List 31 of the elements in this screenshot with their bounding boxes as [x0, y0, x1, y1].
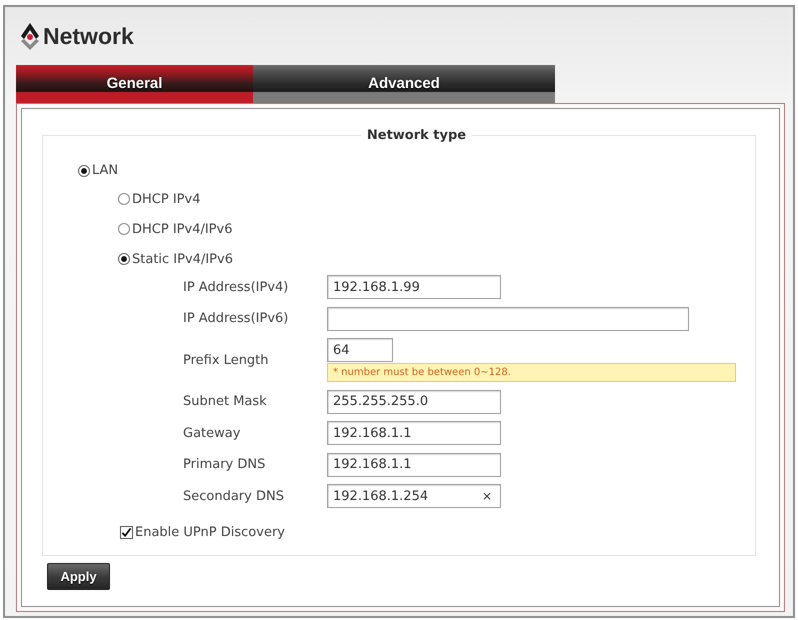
text-field[interactable]: 192.168.1.1 — [327, 421, 501, 445]
field-label: IP Address(IPv6) — [183, 311, 290, 326]
radio-option[interactable]: DHCP IPv4 — [118, 184, 200, 214]
checkbox-option[interactable]: Enable UPnP Discovery — [120, 519, 285, 545]
tab[interactable]: Advanced — [253, 65, 555, 103]
clear-button[interactable]: × — [480, 488, 494, 504]
tab[interactable]: General — [16, 65, 253, 103]
group-legend: Network type — [360, 128, 472, 143]
text-field[interactable] — [327, 306, 689, 330]
apply-button[interactable]: Apply — [47, 563, 110, 590]
radio-icon[interactable] — [78, 164, 90, 176]
field-label: Prefix Length — [183, 352, 270, 368]
field-label: IP Address(IPv4) — [183, 280, 290, 294]
text-field[interactable]: 192.168.1.99 — [327, 275, 501, 299]
radio-option[interactable]: LAN — [78, 157, 118, 184]
validation-message: * number must be between 0~128. — [327, 363, 736, 382]
radio-icon[interactable] — [118, 223, 130, 235]
radio-icon[interactable] — [118, 193, 130, 205]
radio-option[interactable]: Static IPv4/IPv6 — [118, 244, 233, 274]
text-field[interactable]: 64 — [327, 338, 393, 362]
field-label: Subnet Mask — [183, 394, 268, 409]
field-label: Gateway — [183, 426, 242, 440]
field-label: Primary DNS — [183, 457, 266, 472]
radio-option[interactable]: DHCP IPv4/IPv6 — [118, 214, 232, 244]
text-field[interactable]: 255.255.255.0 — [327, 390, 501, 414]
text-field[interactable]: 192.168.1.1 — [327, 452, 501, 476]
checkbox-icon[interactable] — [120, 526, 133, 538]
page-title: Network — [43, 22, 134, 50]
field-label: Secondary DNS — [183, 488, 285, 504]
radio-icon[interactable] — [118, 253, 130, 265]
logo-icon — [20, 22, 40, 50]
